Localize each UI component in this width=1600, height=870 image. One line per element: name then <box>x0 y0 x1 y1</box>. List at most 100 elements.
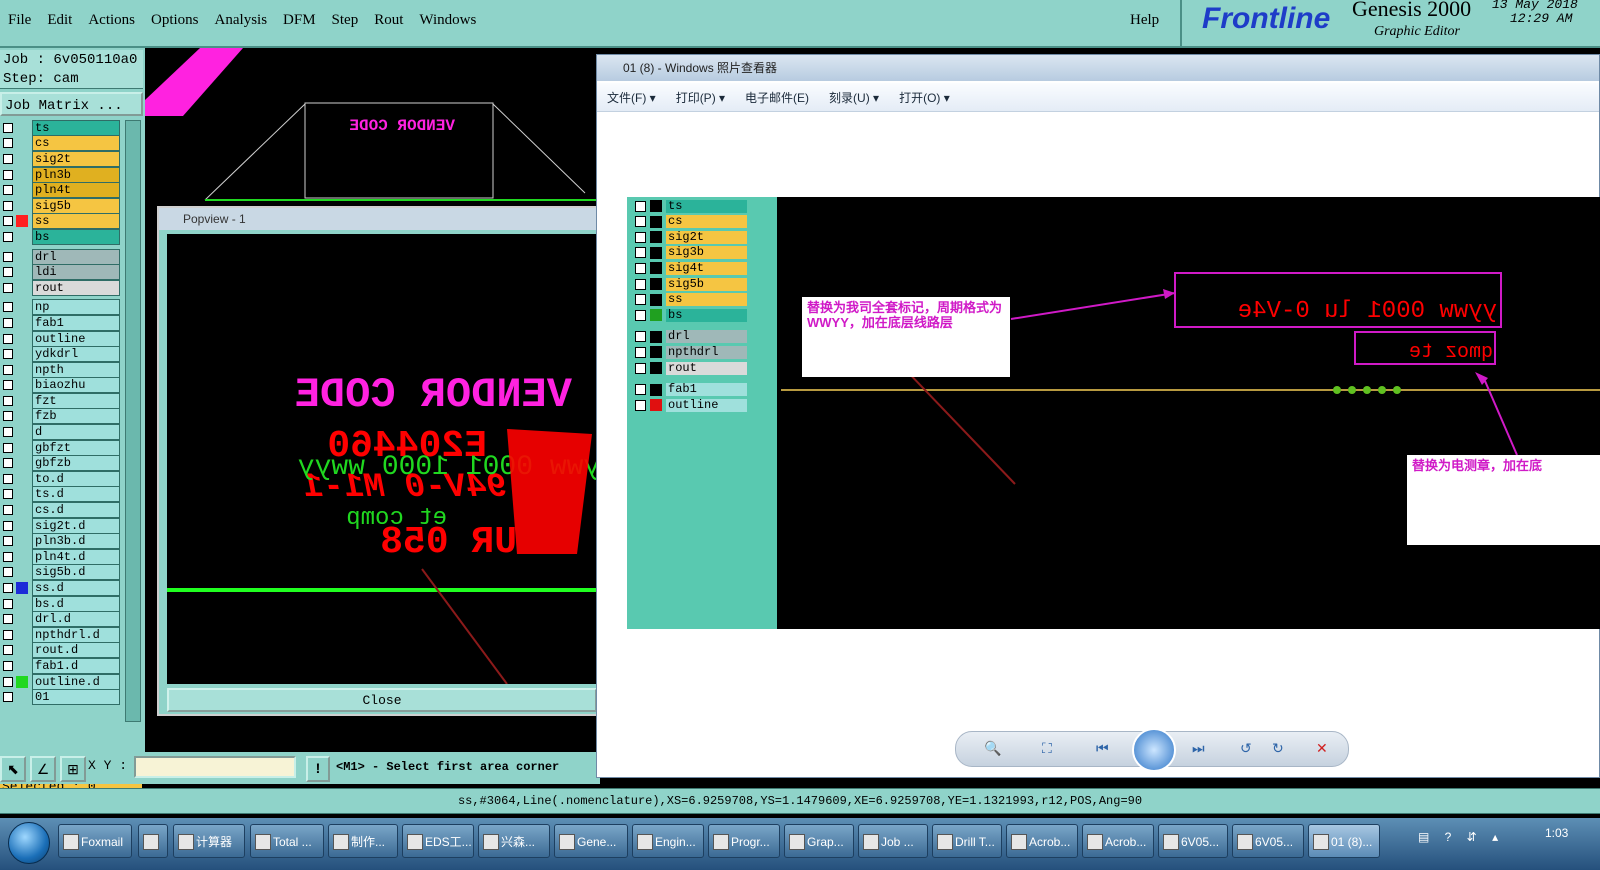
layer-row[interactable]: fab1.d <box>0 657 120 674</box>
viewer-menu-file[interactable]: 文件(F) ▾ <box>597 89 666 106</box>
layer-row[interactable]: cs <box>0 135 120 152</box>
taskbar-item[interactable]: Drill T... <box>932 824 1002 858</box>
delete-icon[interactable]: ✕ <box>1316 740 1328 757</box>
taskbar-item[interactable]: Progr... <box>708 824 780 858</box>
layer-name[interactable]: fab1 <box>32 314 120 331</box>
layer-row[interactable]: fzt <box>0 392 120 409</box>
layer-checkbox[interactable] <box>3 505 13 516</box>
layer-row[interactable]: rout <box>0 279 120 296</box>
layer-row[interactable]: outline <box>0 330 120 347</box>
layer-checkbox[interactable] <box>3 169 13 180</box>
layer-row[interactable]: gbfzt <box>0 439 120 456</box>
layer-scrollbar[interactable] <box>125 120 141 722</box>
layer-checkbox[interactable] <box>3 138 13 149</box>
layer-name[interactable]: bs.d <box>32 595 120 612</box>
layer-name[interactable]: pln4t.d <box>32 548 120 565</box>
viewer-menu-print[interactable]: 打印(P) ▾ <box>666 89 735 106</box>
layer-checkbox[interactable] <box>3 349 13 360</box>
xy-input[interactable] <box>134 756 296 778</box>
layer-checkbox[interactable] <box>3 200 13 211</box>
layer-checkbox[interactable] <box>3 302 13 313</box>
layer-checkbox[interactable] <box>3 333 13 344</box>
layer-row[interactable]: sig2t.d <box>0 517 120 534</box>
popview-canvas[interactable]: VENDOR CODE E204460 94V-0 M1-1 UR 058 yy… <box>167 234 597 684</box>
layer-name[interactable]: np <box>32 299 120 316</box>
layer-row[interactable]: pln4t <box>0 182 120 199</box>
layer-row[interactable]: outline.d <box>0 673 120 690</box>
taskbar-item[interactable]: EDS工... <box>402 824 474 858</box>
layer-name[interactable]: gbfzt <box>32 439 120 456</box>
layer-checkbox[interactable] <box>3 598 13 609</box>
rotate-right-icon[interactable]: ↻ <box>1272 740 1284 757</box>
taskbar-item[interactable]: 兴森... <box>478 824 550 858</box>
layer-row[interactable]: pln4t.d <box>0 548 120 565</box>
layer-row[interactable]: to.d <box>0 470 120 487</box>
alert-button[interactable]: ! <box>306 756 330 782</box>
layer-row[interactable]: rout.d <box>0 642 120 659</box>
measure-tool-button[interactable]: ∠ <box>30 756 56 782</box>
layer-row[interactable]: sig5b <box>0 197 120 214</box>
layer-name[interactable]: drl <box>32 248 120 265</box>
layer-name[interactable]: pln4t <box>32 182 120 199</box>
taskbar-item[interactable]: Acrob... <box>1082 824 1154 858</box>
layer-row[interactable]: ts.d <box>0 486 120 503</box>
taskbar-item[interactable]: 计算器 <box>173 824 245 858</box>
taskbar-item[interactable]: Engin... <box>632 824 704 858</box>
layer-row[interactable]: drl.d <box>0 611 120 628</box>
viewer-menu-burn[interactable]: 刻录(U) ▾ <box>819 89 889 106</box>
layer-checkbox[interactable] <box>3 153 13 164</box>
layer-row[interactable]: fzb <box>0 408 120 425</box>
menu-dfm[interactable]: DFM <box>275 0 324 40</box>
zoom-icon[interactable]: 🔍 <box>984 740 1001 757</box>
viewer-menu-email[interactable]: 电子邮件(E) <box>735 89 819 106</box>
layer-name[interactable]: cs.d <box>32 502 120 519</box>
layer-row[interactable]: ts <box>0 119 120 136</box>
menu-rout[interactable]: Rout <box>366 0 411 40</box>
layer-checkbox[interactable] <box>3 489 13 500</box>
layer-name[interactable]: npth <box>32 361 120 378</box>
layer-checkbox[interactable] <box>3 442 13 453</box>
layer-checkbox[interactable] <box>3 614 13 625</box>
layer-row[interactable]: pln3b.d <box>0 533 120 550</box>
taskbar-item[interactable]: 制作... <box>328 824 398 858</box>
menu-options[interactable]: Options <box>143 0 207 40</box>
start-button[interactable] <box>8 822 50 864</box>
layer-name[interactable]: ts.d <box>32 486 120 503</box>
layer-name[interactable]: ts <box>32 119 120 136</box>
layer-row[interactable]: drl <box>0 248 120 265</box>
layer-row[interactable]: ydkdrl <box>0 346 120 363</box>
next-icon[interactable]: ⏭ <box>1192 740 1205 757</box>
layer-row[interactable]: bs <box>0 228 120 245</box>
layer-name[interactable]: d <box>32 424 120 441</box>
layer-name[interactable]: rout.d <box>32 642 120 659</box>
layer-name[interactable]: fzb <box>32 408 120 425</box>
layer-name[interactable]: sig2t.d <box>32 517 120 534</box>
layer-checkbox[interactable] <box>3 364 13 375</box>
layer-checkbox[interactable] <box>3 267 13 278</box>
taskbar-item[interactable] <box>138 824 168 858</box>
menu-file[interactable]: File <box>0 0 39 40</box>
layer-name[interactable]: 01 <box>32 689 120 706</box>
taskbar-item[interactable]: Total ... <box>250 824 324 858</box>
job-matrix-button[interactable]: Job Matrix ... <box>0 92 143 116</box>
layer-name[interactable]: ldi <box>32 264 120 281</box>
layer-row[interactable]: sig5b.d <box>0 564 120 581</box>
layer-row[interactable]: ss <box>0 213 120 230</box>
layer-checkbox[interactable] <box>3 185 13 196</box>
layer-name[interactable]: ss <box>32 213 120 230</box>
layer-name[interactable]: rout <box>32 279 120 296</box>
layer-name[interactable]: outline <box>32 330 120 347</box>
viewer-menu-open[interactable]: 打开(O) ▾ <box>889 89 960 106</box>
grid-tool-button[interactable]: ⊞ <box>60 756 86 782</box>
taskbar-item[interactable]: 6V05... <box>1232 824 1304 858</box>
layer-name[interactable]: ydkdrl <box>32 346 120 363</box>
layer-name[interactable]: to.d <box>32 470 120 487</box>
layer-checkbox[interactable] <box>3 427 13 438</box>
menu-edit[interactable]: Edit <box>39 0 80 40</box>
layer-name[interactable]: pln3b.d <box>32 533 120 550</box>
rotate-left-icon[interactable]: ↺ <box>1240 740 1252 757</box>
layer-row[interactable]: np <box>0 299 120 316</box>
layer-checkbox[interactable] <box>3 629 13 640</box>
layer-checkbox[interactable] <box>3 676 13 687</box>
layer-name[interactable]: ss.d <box>32 580 120 597</box>
